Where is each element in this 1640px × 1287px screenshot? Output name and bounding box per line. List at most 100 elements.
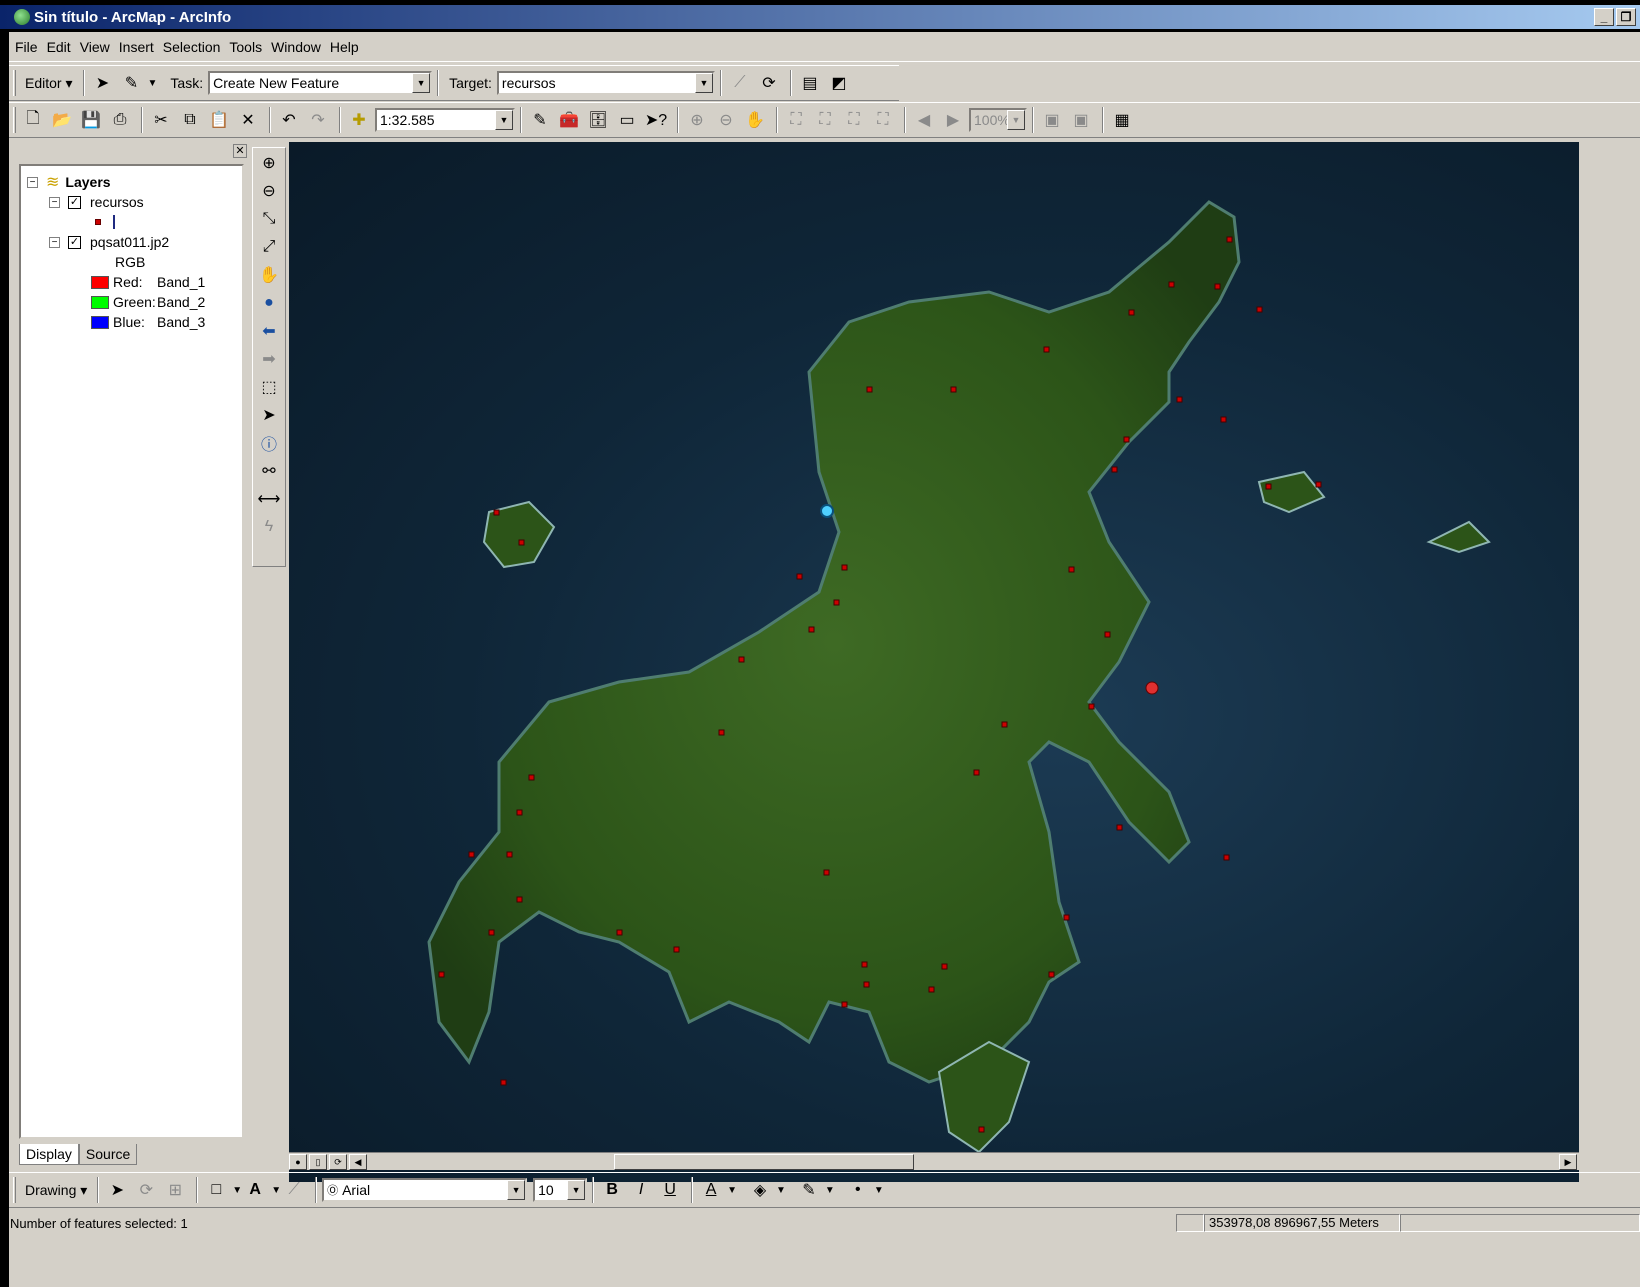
scroll-left-icon[interactable]: ◀	[349, 1153, 367, 1170]
layout-fixed-zoom-in-icon[interactable]: ⛶	[841, 107, 867, 133]
pan-hand-icon[interactable]: ✋	[256, 262, 282, 288]
minimize-button[interactable]: _	[1594, 8, 1614, 26]
collapse-icon[interactable]: −	[49, 196, 60, 208]
sketch-tool-dropdown-icon[interactable]: ▼	[148, 78, 158, 89]
font-color-icon[interactable]: A	[698, 1177, 724, 1203]
zoom-out-icon[interactable]: ⊖	[256, 178, 282, 204]
new-document-icon[interactable]: 🗋	[20, 107, 46, 133]
editor-menu[interactable]: Editor ▾	[25, 75, 73, 92]
fill-color-icon[interactable]: ◈	[747, 1177, 773, 1203]
arccatalog-icon[interactable]: 🗄	[585, 107, 611, 133]
layout-pan-icon[interactable]: ✋	[742, 107, 768, 133]
drawing-menu[interactable]: Drawing ▾	[25, 1182, 87, 1199]
attributes-icon[interactable]: ▤	[797, 70, 823, 96]
toggle-draft-mode-icon[interactable]: ▣	[1039, 107, 1065, 133]
marker-color-icon[interactable]: •	[845, 1177, 871, 1203]
chevron-down-icon[interactable]: ▼	[727, 1185, 737, 1196]
task-select[interactable]: Create New Feature ▼	[208, 71, 433, 95]
layer-recursos[interactable]: − ✓ recursos	[27, 192, 242, 212]
data-view-icon[interactable]: ●	[289, 1153, 307, 1170]
underline-icon[interactable]: U	[657, 1177, 683, 1203]
sketch-tool-pencil-icon[interactable]: ✎	[119, 70, 145, 96]
chevron-down-icon[interactable]: ▼	[776, 1185, 786, 1196]
bold-icon[interactable]: B	[599, 1177, 625, 1203]
chevron-down-icon[interactable]: ▼	[694, 73, 713, 93]
fixed-zoom-in-icon[interactable]: ⤡	[256, 206, 282, 232]
chevron-down-icon[interactable]: ▼	[874, 1185, 884, 1196]
text-icon[interactable]: A	[242, 1177, 268, 1203]
chevron-down-icon[interactable]: ▼	[1007, 110, 1025, 130]
chevron-down-icon[interactable]: ▼	[825, 1185, 835, 1196]
hyperlink-lightning-icon[interactable]: ϟ	[256, 514, 282, 540]
menu-edit[interactable]: Edit	[47, 39, 71, 55]
font-select[interactable]: Ⓞ Arial ▼	[322, 1178, 528, 1202]
menu-view[interactable]: View	[80, 39, 110, 55]
menu-insert[interactable]: Insert	[119, 39, 154, 55]
zoom-to-selected-icon[interactable]: ⊞	[162, 1177, 188, 1203]
restore-button[interactable]: ❐	[1616, 8, 1636, 26]
close-icon[interactable]: ✕	[233, 144, 247, 158]
scroll-right-icon[interactable]: ▶	[1559, 1153, 1577, 1170]
tree-root-layers[interactable]: − ≋ Layers	[27, 172, 242, 192]
redo-icon[interactable]: ↷	[305, 107, 331, 133]
layout-zoom-whole-page-icon[interactable]: ⛶	[783, 107, 809, 133]
rotate-icon[interactable]: ⟳	[133, 1177, 159, 1203]
layout-zoom-100-icon[interactable]: ⛶	[812, 107, 838, 133]
scroll-thumb[interactable]	[614, 1154, 914, 1170]
save-icon[interactable]: 💾	[78, 107, 104, 133]
menu-window[interactable]: Window	[271, 39, 321, 55]
fixed-zoom-out-icon[interactable]: ⤢	[256, 234, 282, 260]
layout-go-forward-icon[interactable]: ▶	[940, 107, 966, 133]
italic-icon[interactable]: I	[628, 1177, 654, 1203]
change-layout-icon[interactable]: ▦	[1109, 107, 1135, 133]
edit-vertices-icon[interactable]: ⟋	[281, 1177, 307, 1203]
rotate-tool-icon[interactable]: ⟳	[756, 70, 782, 96]
select-elements-arrow-icon[interactable]: ➤	[256, 402, 282, 428]
layout-view-icon[interactable]: ▯	[309, 1153, 327, 1170]
refresh-icon[interactable]: ⟳	[329, 1153, 347, 1170]
next-extent-arrow-icon[interactable]: ➡	[256, 346, 282, 372]
focus-data-frame-icon[interactable]: ▣	[1068, 107, 1094, 133]
toolbar-grip[interactable]	[13, 70, 16, 96]
layout-go-back-icon[interactable]: ◀	[911, 107, 937, 133]
layer-visibility-checkbox[interactable]: ✓	[68, 195, 81, 209]
command-line-icon[interactable]: ▭	[614, 107, 640, 133]
edit-tool-arrow-icon[interactable]: ➤	[90, 70, 116, 96]
chevron-down-icon[interactable]: ▼	[567, 1180, 586, 1200]
menu-tools[interactable]: Tools	[229, 39, 262, 55]
undo-icon[interactable]: ↶	[276, 107, 302, 133]
target-select[interactable]: recursos ▼	[496, 71, 715, 95]
previous-extent-arrow-icon[interactable]: ⬅	[256, 318, 282, 344]
layout-fixed-zoom-out-icon[interactable]: ⛶	[870, 107, 896, 133]
toolbar-grip[interactable]	[13, 107, 16, 133]
chevron-down-icon[interactable]: ▼	[495, 110, 513, 130]
map-horizontal-scrollbar[interactable]: ● ▯ ⟳ ◀ ▶	[289, 1152, 1579, 1170]
measure-icon[interactable]: ⟷	[256, 486, 282, 512]
collapse-icon[interactable]: −	[49, 236, 60, 248]
select-elements-arrow-icon[interactable]: ➤	[104, 1177, 130, 1203]
find-binoculars-icon[interactable]: ⚯	[256, 458, 282, 484]
print-icon[interactable]: ⎙	[107, 107, 133, 133]
layer-visibility-checkbox[interactable]: ✓	[68, 235, 81, 249]
editor-toolbar-toggle-icon[interactable]: ✎	[527, 107, 553, 133]
layer-pqsat011[interactable]: − ✓ pqsat011.jp2	[27, 232, 242, 252]
menu-selection[interactable]: Selection	[163, 39, 221, 55]
menu-help[interactable]: Help	[330, 39, 359, 55]
select-features-icon[interactable]: ⬚	[256, 374, 282, 400]
line-color-icon[interactable]: ✎	[796, 1177, 822, 1203]
cut-icon[interactable]: ✂	[148, 107, 174, 133]
collapse-icon[interactable]: −	[27, 176, 38, 188]
whats-this-help-icon[interactable]: ➤?	[643, 107, 669, 133]
toc-title-bar[interactable]: ✕	[9, 142, 249, 160]
chevron-down-icon[interactable]: ▼	[507, 1180, 526, 1200]
map-scale-select[interactable]: 1:32.585 ▼	[375, 108, 515, 132]
tab-display[interactable]: Display	[19, 1144, 79, 1165]
split-tool-icon[interactable]: ⟋	[727, 70, 753, 96]
toolbar-grip[interactable]	[13, 1177, 16, 1203]
arctoolbox-icon[interactable]: 🧰	[556, 107, 582, 133]
chevron-down-icon[interactable]: ▼	[412, 73, 431, 93]
chevron-down-icon[interactable]: ▼	[232, 1185, 242, 1196]
tab-source[interactable]: Source	[78, 1144, 138, 1165]
add-data-icon[interactable]: ✚	[346, 107, 372, 133]
map-display[interactable]	[289, 142, 1579, 1182]
